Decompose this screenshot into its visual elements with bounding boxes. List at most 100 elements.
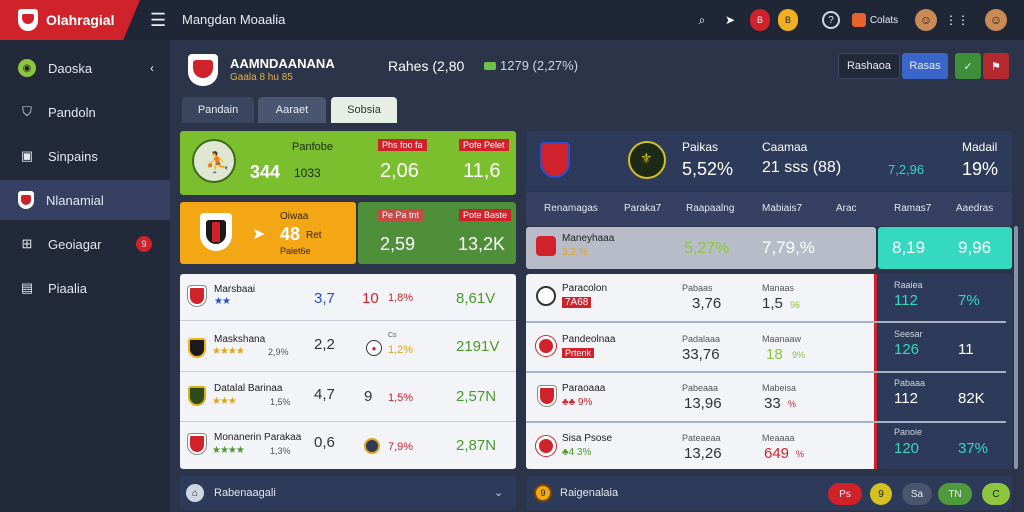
cell-value: 9,96 <box>958 238 992 257</box>
footer-chip-button[interactable]: TN <box>938 483 972 505</box>
check-icon[interactable]: ✓ <box>955 53 981 79</box>
column-header[interactable]: Paraka7 <box>624 203 661 214</box>
column-header[interactable]: Aaedras <box>956 203 993 214</box>
sidebar-item-daoska[interactable]: ◉ Daoska ‹ <box>0 48 170 88</box>
send-icon: ➤ <box>252 226 266 243</box>
club-shield-icon <box>18 191 34 209</box>
colats-button[interactable]: Colats <box>850 9 900 31</box>
footer-chip-button[interactable]: Ps <box>828 483 862 505</box>
search-icon[interactable]: ⌕ <box>692 9 712 31</box>
footer-chip-button[interactable]: C <box>982 483 1010 505</box>
cell-label: Manaas <box>762 283 795 293</box>
stats-col3-title: Madail <box>962 140 998 154</box>
row-percent: 7,9% <box>388 441 414 453</box>
row-total: 2,57N <box>456 388 497 405</box>
club-name: Sisa Psose <box>562 433 613 444</box>
cell-value: 13,26 <box>684 445 722 462</box>
shield-outline-icon: ⛉ <box>22 104 32 119</box>
column-header[interactable]: Raapaalng <box>686 203 734 214</box>
sidebar-item-sinpains[interactable]: ▣ Sinpains <box>0 136 170 176</box>
cell-value: 120 <box>894 440 920 457</box>
sidebar-item-pandoln[interactable]: ⛉ Pandoln <box>0 92 170 132</box>
cell-suffix: % <box>796 449 805 459</box>
club-crest-icon <box>188 286 206 306</box>
column-header[interactable]: Arac <box>836 203 857 214</box>
card-small-value: 1033 <box>294 166 321 180</box>
coin-icon[interactable]: B <box>778 9 798 31</box>
tab-sobsia[interactable]: Sobsia <box>331 97 397 123</box>
club-sub: ♣4 3% <box>562 447 592 458</box>
avatar[interactable]: ☺ <box>915 9 937 31</box>
rashaoa-button[interactable]: Rashaoa <box>838 53 900 79</box>
card-chip: Pote Baste <box>459 209 512 221</box>
card-chip: Phs foo fa <box>378 139 427 151</box>
cell-label: Maanaaw <box>762 334 802 344</box>
club-crest-icon <box>540 142 570 178</box>
rating-stars: ★★ <box>214 296 231 307</box>
info-icon: ⌂ <box>186 484 204 502</box>
club-name: Maneyhaaa <box>562 233 615 244</box>
colats-label: Colats <box>869 14 899 26</box>
club-sub: 3,2,% <box>562 247 588 258</box>
cell-value: 11 <box>958 341 974 358</box>
sidebar-item-label: Geoiagar <box>48 236 102 252</box>
sidebar-item-nlanamial[interactable]: Nlanamial <box>0 180 170 220</box>
rating-percent: 1,3% <box>270 446 291 456</box>
brand-name: Olahragial <box>46 12 115 28</box>
cell-value: 126 <box>894 341 920 358</box>
cell-label: Pabeaaa <box>682 383 719 393</box>
red-badge-icon[interactable]: B <box>750 9 770 31</box>
cell-value: 1,5 <box>762 295 783 312</box>
cell-label: Pabaaa <box>894 378 926 388</box>
help-icon[interactable]: ? <box>822 11 840 29</box>
sidebar-item-label: Sinpains <box>48 148 98 164</box>
card-value: 13,2K <box>458 234 506 254</box>
column-header[interactable]: Renamagas <box>544 203 598 214</box>
club-name: Paraoaaa <box>562 383 606 394</box>
club-sub: Prtenk <box>562 348 595 358</box>
chevron-down-icon[interactable]: ⌄ <box>494 486 503 499</box>
card-title: Oiwaa <box>280 211 309 222</box>
sidebar-item-geoiagar[interactable]: ⊞ Geoiagar 9 <box>0 224 170 264</box>
cell-value: 33,76 <box>682 346 720 363</box>
footer-chip-button[interactable]: Sa <box>902 483 932 505</box>
row-percent: 1,8% <box>388 292 414 304</box>
column-header[interactable]: Ramas7 <box>894 203 931 214</box>
cell-label: Pabaas <box>682 283 713 293</box>
stats-col3-value: 19% <box>962 159 999 179</box>
club-name: Maskshana <box>214 334 266 345</box>
profile-avatar[interactable]: ☺ <box>985 9 1007 31</box>
cell-value: 13,96 <box>684 395 722 412</box>
crest-symbol: ⚜ <box>640 150 653 166</box>
club-crest-icon <box>536 236 556 256</box>
bookmark-icon[interactable]: ⚑ <box>983 53 1009 79</box>
footer-chip-button[interactable]: 9 <box>870 483 892 505</box>
grid-icon[interactable]: ⋮⋮ <box>945 9 969 31</box>
brand-shield-icon <box>18 9 38 31</box>
rating-stars: ★★★★ <box>212 445 245 456</box>
card-small-value: Ret <box>306 230 322 241</box>
column-header[interactable]: Mabiais7 <box>762 203 802 214</box>
page-title: Mangdan Moaalia <box>182 12 286 27</box>
collapse-icon[interactable]: ‹ <box>150 61 154 75</box>
sidebar-item-piaalia[interactable]: ▤ Piaalia <box>0 268 170 308</box>
row-value: 2,2 <box>314 336 335 353</box>
stats-col3-green: 7,2,96 <box>888 162 925 177</box>
row-total: 8,61V <box>456 290 496 307</box>
share-icon[interactable]: ➤ <box>720 9 740 31</box>
club-name: Marsbaai <box>214 284 256 295</box>
divider <box>526 321 1006 323</box>
stats-col2-title: Caamaa <box>762 140 808 154</box>
cell-value: 112 <box>894 292 918 309</box>
header-stat: Rahes (2,80 <box>388 58 465 74</box>
scrollbar[interactable] <box>1014 226 1018 469</box>
brand-logo[interactable]: Olahragial <box>0 0 140 40</box>
sidebar-item-label: Nlanamial <box>46 192 104 208</box>
menu-icon[interactable]: ☰ <box>150 10 166 31</box>
ball-icon <box>536 286 556 306</box>
card-chip: Pofe Pelet <box>459 139 509 151</box>
tab-pandain[interactable]: Pandain <box>182 97 254 123</box>
rasas-button[interactable]: Rasas <box>902 53 948 79</box>
cell-value: 7,79,% <box>762 238 815 257</box>
tab-aaraet[interactable]: Aaraet <box>258 97 326 123</box>
